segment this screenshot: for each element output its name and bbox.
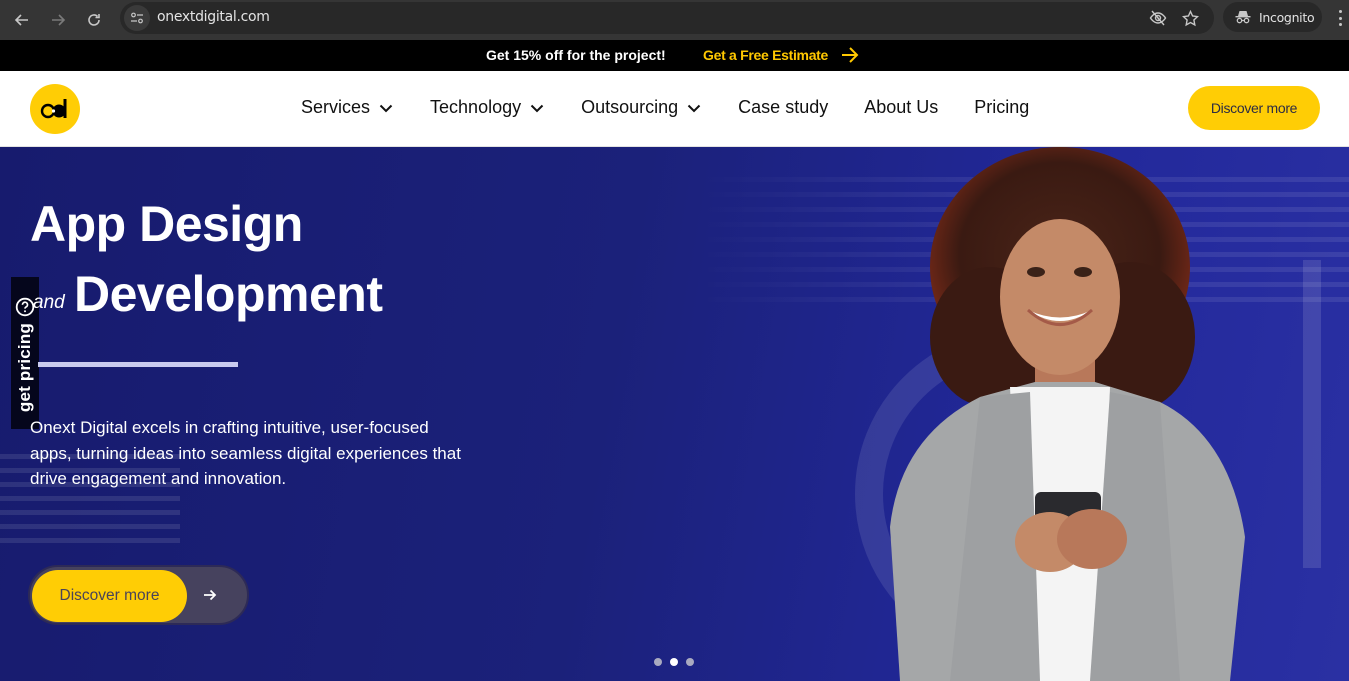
chevron-down-icon xyxy=(687,104,701,112)
nav-item-about-us[interactable]: About Us xyxy=(864,97,938,118)
hero-divider xyxy=(38,362,238,367)
slider-dot-active[interactable] xyxy=(670,658,678,666)
tracking-protection-button[interactable] xyxy=(1146,6,1170,30)
arrow-right-icon xyxy=(204,589,217,601)
logo-icon xyxy=(40,99,67,119)
slider-pagination xyxy=(654,658,694,666)
promo-bar: Get 15% off for the project! Get a Free … xyxy=(0,40,1349,71)
nav-label: About Us xyxy=(864,97,939,117)
slider-dot[interactable] xyxy=(654,658,662,666)
site-logo[interactable] xyxy=(30,84,80,134)
incognito-label: Incognito xyxy=(1259,9,1315,25)
nav-label: Pricing xyxy=(974,97,1030,117)
back-button[interactable] xyxy=(8,6,36,34)
hero-title-connector: and xyxy=(33,292,65,313)
nav-item-case-study[interactable]: Case study xyxy=(738,97,828,118)
eye-off-icon xyxy=(1149,10,1167,26)
arrow-right-icon[interactable] xyxy=(840,46,860,64)
hero-person-image xyxy=(890,147,1245,681)
nav-item-services[interactable]: Services xyxy=(301,97,394,118)
hero-title-line-2: Development xyxy=(74,266,383,322)
more-vert-icon[interactable] xyxy=(1334,8,1346,28)
reload-icon xyxy=(88,14,100,26)
nav-label: Outsourcing xyxy=(581,97,679,117)
hero-title-line-1: App Design xyxy=(30,196,303,252)
browser-toolbar: onextdigital.com Incognito xyxy=(0,0,1349,40)
url-text[interactable]: onextdigital.com xyxy=(157,9,270,25)
chevron-down-icon xyxy=(379,104,393,112)
hero-cta-label: Discover more xyxy=(32,570,187,622)
back-arrow-icon xyxy=(14,14,28,26)
nav-label: Case study xyxy=(738,97,829,117)
main-nav: Services Technology Outsourcing Case stu… xyxy=(301,97,1065,118)
hero-section: get pricing App Design and Development O… xyxy=(0,147,1349,681)
bookmark-button[interactable] xyxy=(1178,6,1202,30)
incognito-badge[interactable]: Incognito xyxy=(1223,2,1322,32)
site-info-icon xyxy=(131,12,143,24)
slider-dot[interactable] xyxy=(686,658,694,666)
forward-arrow-icon xyxy=(52,14,66,26)
help-circle-icon xyxy=(15,297,35,317)
hero-description: Onext Digital excels in crafting intuiti… xyxy=(30,418,461,488)
address-bar[interactable] xyxy=(120,2,1214,34)
nav-item-technology[interactable]: Technology xyxy=(430,97,545,118)
star-icon xyxy=(1181,9,1199,26)
reload-button[interactable] xyxy=(80,6,108,34)
nav-label: Technology xyxy=(430,97,522,117)
get-pricing-label: get pricing xyxy=(15,323,34,413)
nav-item-pricing[interactable]: Pricing xyxy=(974,97,1029,118)
site-header: Services Technology Outsourcing Case stu… xyxy=(0,71,1349,147)
forward-button[interactable] xyxy=(44,6,72,34)
chevron-down-icon xyxy=(530,104,544,112)
promo-text: Get 15% off for the project! xyxy=(486,47,666,63)
nav-item-outsourcing[interactable]: Outsourcing xyxy=(581,97,702,118)
header-discover-more-button[interactable]: Discover more xyxy=(1188,86,1320,130)
nav-label: Services xyxy=(301,97,371,117)
background-logo-mark xyxy=(1303,260,1321,568)
free-estimate-link[interactable]: Get a Free Estimate xyxy=(703,47,828,63)
incognito-icon xyxy=(1235,11,1251,24)
hero-discover-more-button[interactable]: Discover more xyxy=(28,565,249,625)
site-info-button[interactable] xyxy=(124,5,150,31)
